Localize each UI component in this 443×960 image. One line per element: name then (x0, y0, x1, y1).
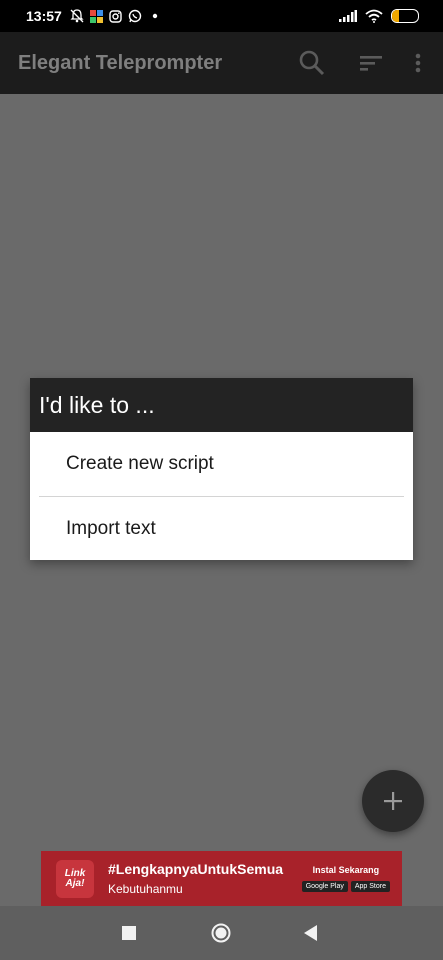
recents-square-icon[interactable] (122, 926, 136, 940)
ad-cta-label: Instal Sekarang (312, 865, 380, 875)
battery-icon: 27 (391, 9, 419, 23)
home-circle-icon[interactable] (211, 923, 231, 943)
dialog-title: I'd like to ... (30, 378, 413, 432)
sort-icon[interactable] (357, 49, 385, 77)
instagram-icon (109, 9, 122, 23)
ad-subline: Kebutuhanmu (108, 882, 183, 896)
back-triangle-icon[interactable] (304, 925, 318, 941)
photos-icon (89, 9, 103, 23)
battery-level: 27 (399, 11, 410, 21)
whatsapp-icon (128, 9, 142, 23)
status-bar: 13:57 27 (0, 0, 443, 32)
import-text-option[interactable]: Import text (30, 497, 413, 561)
ad-banner[interactable]: Link Aja! #LengkapnyaUntukSemua Kebutuha… (41, 851, 402, 906)
search-icon[interactable] (298, 49, 326, 77)
linkaja-logo: Link Aja! (56, 859, 94, 898)
app-title: Elegant Teleprompter (18, 52, 223, 74)
ad-headline: #LengkapnyaUntukSemua (108, 861, 284, 877)
app-bar: Elegant Teleprompter (0, 32, 443, 94)
action-dialog: I'd like to ... Create new script Import… (30, 378, 413, 560)
more-vert-icon[interactable] (404, 49, 432, 77)
system-indicators: 27 (339, 0, 419, 32)
plus-icon (384, 792, 402, 810)
wifi-icon (365, 9, 383, 23)
google-play-badge: Google Play (301, 881, 348, 892)
add-fab-button[interactable] (362, 770, 424, 832)
navigation-bar (0, 906, 443, 960)
app-store-badge: App Store (350, 881, 390, 892)
signal-icon (339, 10, 357, 22)
status-time: 13:57 (26, 8, 62, 24)
ad-cta[interactable]: Instal Sekarang Google Play App Store (301, 865, 390, 892)
create-new-script-option[interactable]: Create new script (30, 432, 413, 496)
mute-bell-icon (70, 9, 84, 23)
notification-dot-icon (152, 13, 158, 19)
notification-icons (70, 9, 162, 23)
